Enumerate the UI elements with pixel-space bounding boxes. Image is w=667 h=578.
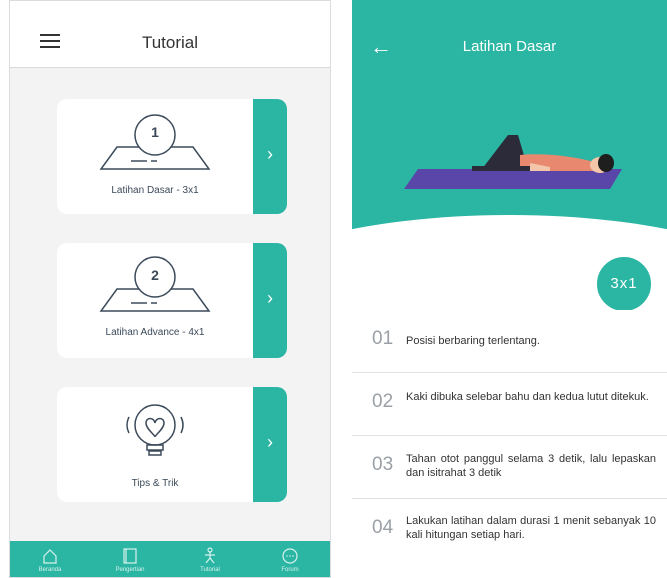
card-arrow-button[interactable]: › [253, 99, 287, 214]
card-body[interactable]: Tips & Trik [57, 387, 253, 502]
nav-label: Forum [281, 567, 299, 573]
card-number: 2 [151, 267, 159, 283]
nav-label: Tutorial [200, 567, 220, 573]
card-label: Tips & Trik [131, 478, 179, 489]
mat-number-icon [99, 114, 211, 170]
card-label: Latihan Advance - 4x1 [105, 327, 205, 338]
card-label: Latihan Dasar - 3x1 [111, 185, 199, 196]
step-item: 02 Kaki dibuka selebar bahu dan kedua lu… [352, 373, 667, 436]
book-icon [123, 548, 137, 564]
step-item: 04 Lakukan latihan dalam durasi 1 menit … [352, 499, 667, 561]
lightbulb-icon [126, 404, 184, 456]
step-number: 02 [372, 391, 394, 412]
card-tips-trik[interactable]: Tips & Trik › [57, 387, 287, 502]
step-number: 01 [372, 328, 394, 349]
card-arrow-button[interactable]: › [253, 387, 287, 502]
nav-item-beranda[interactable]: Beranda [10, 541, 90, 577]
step-text: Kaki dibuka selebar bahu dan kedua lutut… [406, 391, 649, 403]
page-title: Tutorial [141, 33, 199, 52]
mat-number-icon [99, 256, 211, 312]
chat-icon [282, 548, 298, 564]
latihan-dasar-screen: ← Latihan Dasar 3x1 01 Posisi berbaring … [352, 0, 667, 578]
card-latihan-dasar[interactable]: 1 Latihan Dasar - 3x1 › [57, 99, 287, 214]
card-latihan-advance[interactable]: 2 Latihan Advance - 4x1 › [57, 243, 287, 358]
nav-label: Beranda [38, 567, 62, 573]
step-item: 01 Posisi berbaring terlentang. [352, 310, 667, 373]
page-title: Latihan Dasar [462, 38, 557, 55]
step-text: Lakukan latihan dalam durasi 1 menit seb… [406, 515, 656, 541]
pose-icon [205, 547, 215, 564]
step-number: 03 [372, 454, 394, 475]
card-body[interactable]: 1 Latihan Dasar - 3x1 [57, 99, 253, 214]
top-bar: Tutorial [10, 1, 330, 68]
card-number: 1 [151, 124, 159, 140]
repetition-badge: 3x1 [594, 254, 654, 314]
chevron-right-icon: › [267, 288, 273, 308]
card-arrow-button[interactable]: › [253, 243, 287, 358]
bottom-nav: Beranda Pengertian Tutorial Forum [10, 541, 330, 577]
nav-item-pengertian[interactable]: Pengertian [90, 541, 170, 577]
step-text: Tahan otot panggul selama 3 detik, lalu … [406, 453, 656, 479]
step-item: 03 Tahan otot panggul selama 3 detik, la… [352, 436, 667, 499]
step-text: Posisi berbaring terlentang. [406, 335, 540, 347]
chevron-right-icon: › [267, 432, 273, 452]
step-number: 04 [372, 517, 394, 538]
tutorial-screen: Tutorial 1 Latihan Dasar - 3x1 › 2 Latih… [9, 0, 331, 578]
nav-item-tutorial[interactable]: Tutorial [170, 541, 250, 577]
home-icon [43, 549, 57, 564]
nav-item-forum[interactable]: Forum [250, 541, 330, 577]
card-body[interactable]: 2 Latihan Advance - 4x1 [57, 243, 253, 358]
exercise-illustration [404, 135, 622, 189]
chevron-right-icon: › [267, 144, 273, 164]
nav-label: Pengertian [115, 567, 145, 573]
